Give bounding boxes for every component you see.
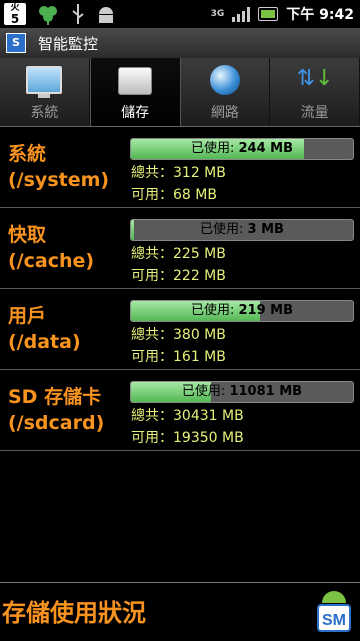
globe-icon (207, 64, 243, 96)
usage-bar: 已使用: 3 MB (130, 219, 354, 241)
storage-path: (/data) (8, 331, 81, 353)
storage-name: 用戶 (8, 305, 47, 327)
used-label: 已使用: (181, 384, 226, 399)
free-size: 可用：68 MB (131, 187, 217, 203)
tab-label: 流量 (300, 105, 329, 121)
battery-icon (258, 7, 279, 21)
signal-icon (232, 6, 251, 22)
used-label: 已使用: (190, 141, 235, 156)
clover-icon (39, 6, 57, 25)
free-size: 可用：222 MB (131, 268, 226, 284)
used-value: 11081 MB (229, 384, 303, 399)
tab-storage[interactable]: 儲存 (89, 58, 181, 126)
tab-traffic[interactable]: ⇅↓ 流量 (270, 58, 360, 126)
network-type: 3G (210, 9, 225, 19)
usage-bar-text: 已使用: 244 MB (131, 139, 353, 159)
app-title: 智能監控 (38, 34, 99, 53)
status-bar: 火 5 3G 下午 9:42 (0, 0, 360, 28)
storage-row-cache: 快取 (/cache) 已使用: 3 MB 總共：225 MB 可用：222 M… (0, 208, 360, 289)
app-icon: S (6, 33, 26, 53)
storage-title: SD 存儲卡 (/sdcard) (8, 384, 128, 436)
drive-icon (117, 64, 153, 96)
notification-icons: 火 5 (4, 3, 116, 25)
system-status: 3G 下午 9:42 (211, 4, 354, 24)
storage-name: 系統 (8, 143, 47, 165)
storage-name: SD 存儲卡 (8, 386, 102, 408)
logo-text: SM (322, 612, 346, 629)
total-size: 總共：312 MB (131, 165, 226, 181)
android-debug-icon (99, 7, 113, 23)
usage-bar: 已使用: 244 MB (130, 138, 354, 160)
calendar-day-number: 5 (10, 12, 20, 26)
total-size: 總共：30431 MB (131, 408, 244, 424)
storage-row-sdcard: SD 存儲卡 (/sdcard) 已使用: 11081 MB 總共：30431 … (0, 370, 360, 451)
usage-bar-text: 已使用: 219 MB (131, 301, 353, 321)
used-value: 3 MB (247, 222, 284, 237)
storage-title: 系統 (/system) (8, 141, 128, 193)
storage-name: 快取 (8, 224, 47, 246)
used-value: 244 MB (238, 141, 294, 156)
usage-bar-text: 已使用: 3 MB (131, 220, 353, 240)
storage-path: (/system) (8, 169, 110, 191)
usage-bar: 已使用: 219 MB (130, 300, 354, 322)
clock: 下午 9:42 (286, 7, 354, 23)
footer-title: 存儲使用狀況 (2, 599, 146, 627)
usage-bar: 已使用: 11081 MB (130, 381, 354, 403)
app-logo-icon[interactable]: SM (314, 589, 354, 635)
tab-label: 網路 (210, 105, 239, 121)
storage-row-data: 用戶 (/data) 已使用: 219 MB 總共：380 MB 可用：161 … (0, 289, 360, 370)
tab-system[interactable]: 系統 (0, 58, 90, 126)
tab-network[interactable]: 網路 (181, 58, 271, 126)
tab-bar: 系統 儲存 網路 ⇅↓ 流量 (0, 58, 360, 127)
monitor-icon (26, 64, 63, 98)
used-value: 219 MB (238, 303, 294, 318)
total-size: 總共：380 MB (131, 327, 226, 343)
total-size: 總共：225 MB (131, 246, 226, 262)
usb-icon (72, 4, 84, 24)
free-size: 可用：19350 MB (131, 430, 244, 446)
storage-row-system: 系統 (/system) 已使用: 244 MB 總共：312 MB 可用：68… (0, 127, 360, 208)
tab-label: 儲存 (121, 105, 150, 121)
free-size: 可用：161 MB (131, 349, 226, 365)
storage-path: (/cache) (8, 250, 95, 272)
tab-label: 系統 (30, 105, 59, 121)
usage-bar-text: 已使用: 11081 MB (131, 382, 353, 402)
title-bar: S 智能監控 (0, 28, 360, 58)
used-label: 已使用: (190, 303, 235, 318)
storage-title: 用戶 (/data) (8, 303, 128, 355)
used-label: 已使用: (200, 222, 244, 237)
calendar-icon: 火 5 (4, 3, 26, 25)
storage-title: 快取 (/cache) (8, 222, 128, 274)
traffic-arrows-icon: ⇅↓ (296, 66, 334, 91)
footer: 存儲使用狀況 SM (0, 582, 360, 641)
storage-path: (/sdcard) (8, 412, 105, 434)
